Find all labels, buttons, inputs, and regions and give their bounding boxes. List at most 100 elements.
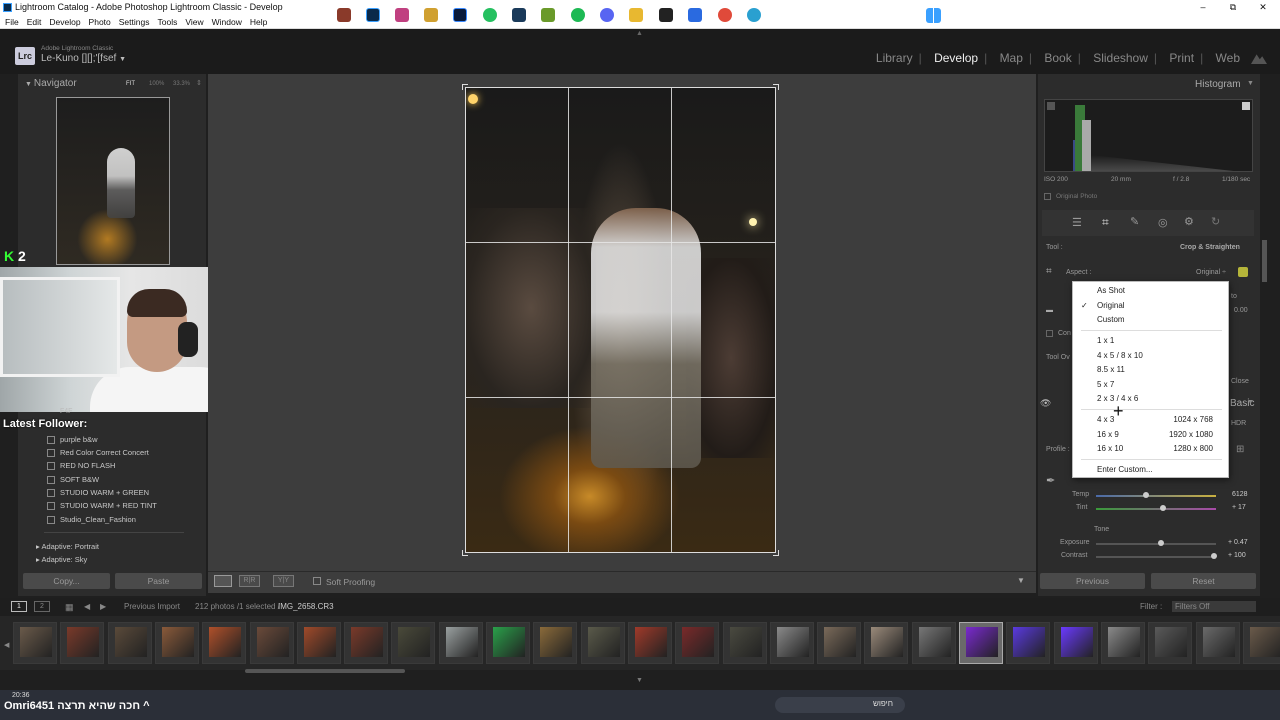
current-file[interactable]: IMG_2658.CR3 [278,598,334,616]
loupe-view-icon[interactable] [214,575,232,587]
chrome-icon[interactable] [718,8,732,22]
reset-button[interactable]: Reset [1151,573,1256,589]
triangle-down-icon[interactable]: ▼ [1247,80,1254,87]
auto-label[interactable]: to [1231,293,1237,300]
exposure-knob[interactable] [1158,540,1164,546]
close-crop-button[interactable]: Close [1231,378,1249,385]
spotify-icon[interactable] [571,8,585,22]
catalog-name[interactable]: Le-Kuno [][];'[fsef ▼ [41,53,126,64]
hdr-button[interactable]: HDR [1231,420,1246,427]
filmstrip-thumbnail[interactable] [438,622,483,664]
filmstrip-thumbnail[interactable] [627,622,672,664]
preset-item[interactable]: RED NO FLASH [46,461,115,470]
shadow-clip-icon[interactable] [1047,102,1055,110]
crop-tool-icon[interactable]: ⌗ [1102,215,1109,230]
menu-edit[interactable]: Edit [27,17,42,27]
compare-icon[interactable]: Y|Y [273,575,294,587]
menu-photo[interactable]: Photo [89,17,111,27]
scroll-left-icon[interactable]: ◀ [4,641,9,649]
menu-settings[interactable]: Settings [119,17,150,27]
filmstrip-thumbnail[interactable] [1148,622,1193,664]
filmstrip-thumbnail[interactable] [249,622,294,664]
histogram-title[interactable]: Histogram [1195,79,1241,90]
aspect-option-4x3[interactable]: 4 x 3 [1097,415,1114,424]
filmstrip-thumbnail[interactable] [1195,622,1240,664]
triangle-down-icon[interactable]: ▼ [1247,399,1254,406]
tint-knob[interactable] [1160,505,1166,511]
filmstrip-thumbnail[interactable] [959,622,1003,664]
preset-partial[interactable]: F4F [60,408,72,415]
taskbar-app-icon[interactable] [395,8,409,22]
tint-value[interactable]: + 17 [1232,504,1246,511]
menu-develop[interactable]: Develop [49,17,80,27]
filmstrip-thumbnail[interactable] [154,622,199,664]
back-arrow-icon[interactable]: ◀ [84,598,90,616]
zoom-33[interactable]: 33.3% [173,81,190,87]
filmstrip-thumbnail[interactable] [107,622,152,664]
photoshop-icon[interactable] [453,8,467,22]
contrast-knob[interactable] [1211,553,1217,559]
filmstrip-thumbnail[interactable] [1242,622,1280,664]
filmstrip-scrollbar[interactable] [245,669,405,673]
filmstrip-thumbnail[interactable] [769,622,814,664]
contrast-value[interactable]: + 100 [1228,552,1246,559]
filmstrip-thumbnail[interactable] [864,622,909,664]
zoom-100[interactable]: 100% [149,81,164,87]
soft-proofing-checkbox[interactable] [313,577,321,585]
reset-tool-icon[interactable]: ↻ [1211,215,1220,228]
crop-icon[interactable]: ⌗ [1046,266,1052,277]
histogram[interactable] [1044,99,1253,172]
filter-select[interactable]: Filters Off [1172,601,1256,612]
filmstrip-thumbnail[interactable] [1053,622,1098,664]
constrain-checkbox[interactable] [1046,330,1053,337]
filmstrip-thumbnail[interactable] [60,622,105,664]
zoom-stepper-icon[interactable]: ⇕ [196,79,202,87]
edge-icon[interactable] [747,8,761,22]
straighten-tool-icon[interactable]: ▬ [1046,307,1053,314]
exposure-value[interactable]: + 0.47 [1228,539,1248,546]
module-print[interactable]: Print [1169,51,1194,65]
crop-handle-bl[interactable] [462,550,468,556]
preset-item[interactable]: Studio_Clean_Fashion [47,515,136,524]
module-library[interactable]: Library [876,51,913,65]
masking-icon[interactable]: ⚙ [1184,215,1194,228]
aspect-option-as-shot[interactable]: As Shot [1097,286,1125,295]
temp-value[interactable]: 6128 [1232,491,1248,498]
aspect-option-8-5x11[interactable]: 8.5 x 11 [1097,365,1125,374]
module-book[interactable]: Book [1044,51,1071,65]
steam-icon[interactable] [512,8,526,22]
menu-help[interactable]: Help [250,17,267,27]
original-photo-checkbox[interactable] [1044,193,1051,200]
preset-item[interactable]: Red Color Correct Concert [47,448,149,457]
navigator-header[interactable]: ▼ Navigator [25,78,77,89]
paste-button[interactable]: Paste [115,573,202,589]
maximize-button[interactable]: ⧉ [1218,0,1248,15]
close-button[interactable]: ✕ [1248,0,1278,15]
aspect-option-original[interactable]: Original [1097,301,1125,310]
collapse-bottom-icon[interactable]: ▼ [636,677,643,684]
filmstrip-thumbnail[interactable] [202,622,247,664]
forward-arrow-icon[interactable]: ▶ [100,598,106,616]
grid-icon[interactable]: ▦ [65,598,74,616]
healing-icon[interactable]: ✎ [1130,215,1139,228]
view-2-button[interactable]: 2 [34,601,50,612]
menu-file[interactable]: File [5,17,19,27]
lock-icon[interactable] [1238,267,1248,277]
aspect-option-4x5[interactable]: 4 x 5 / 8 x 10 [1097,351,1143,360]
epic-games-icon[interactable] [659,8,673,22]
module-web[interactable]: Web [1216,51,1240,65]
preset-group-portrait[interactable]: ▸ Adaptive: Portrait [36,542,99,551]
filmstrip-thumbnail[interactable] [580,622,625,664]
tint-slider[interactable] [1096,508,1216,510]
aspect-option-enter-custom[interactable]: Enter Custom... [1097,465,1153,474]
aspect-select[interactable]: Original ÷ [1196,269,1226,276]
eye-icon[interactable]: 👁 [1040,398,1051,409]
highlight-clip-icon[interactable] [1242,102,1250,110]
lightroom-taskbar-icon[interactable] [366,8,380,22]
eyedropper-icon[interactable]: ✒ [1046,474,1055,487]
filmstrip-thumbnail[interactable] [391,622,436,664]
aspect-option-5x7[interactable]: 5 x 7 [1097,380,1114,389]
filmstrip-thumbnail[interactable] [1100,622,1145,664]
windows-start-icon[interactable] [926,8,941,23]
exposure-slider[interactable] [1096,543,1216,545]
